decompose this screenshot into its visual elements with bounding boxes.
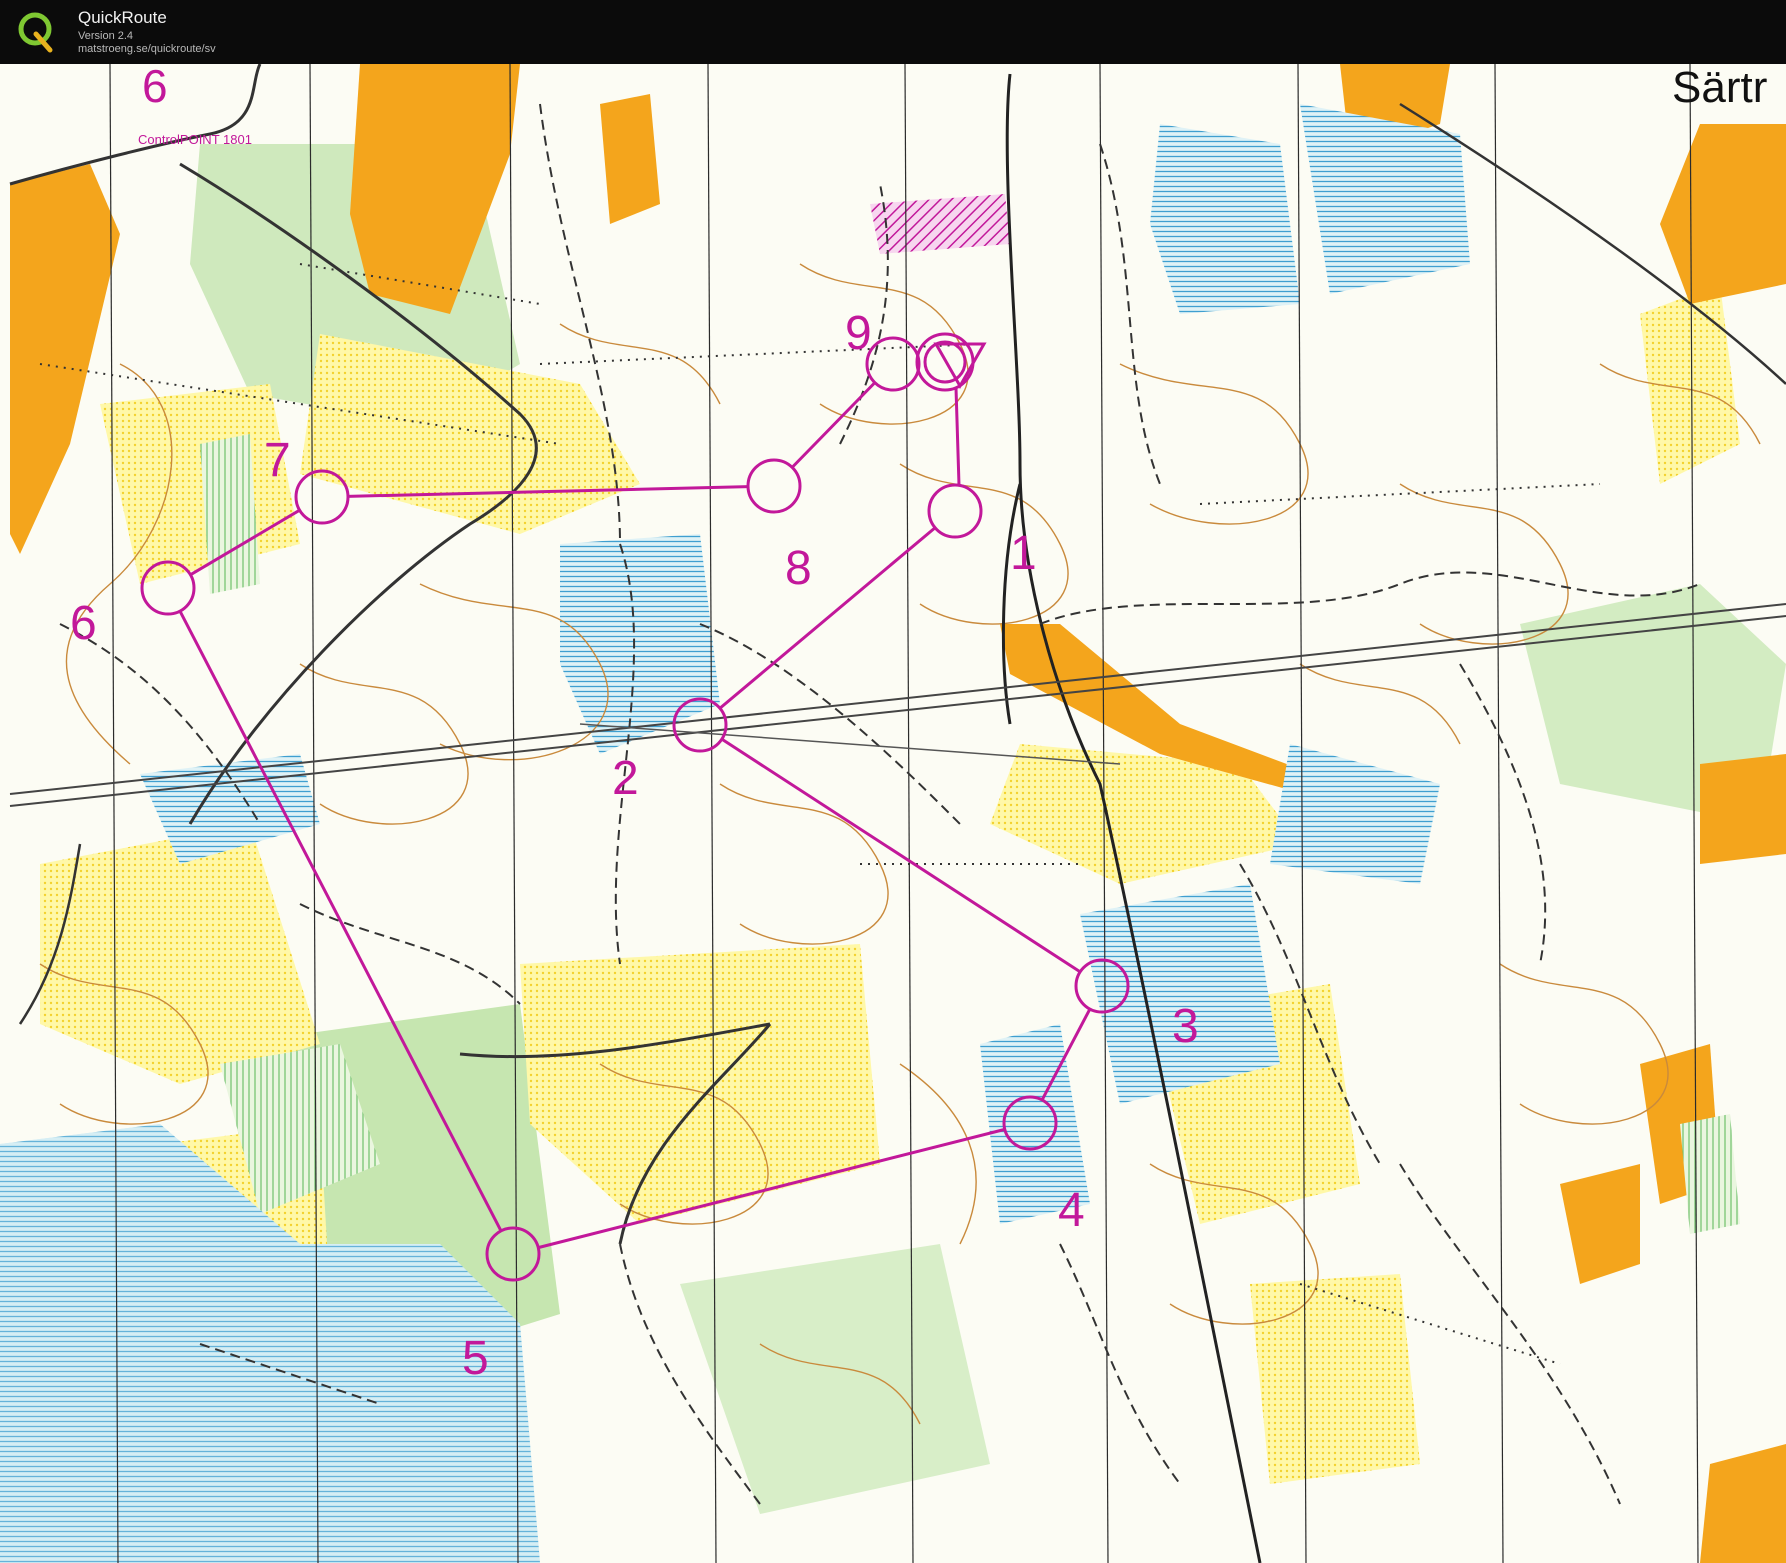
control-number-8: 8	[785, 542, 812, 595]
app-url[interactable]: matstroeng.se/quickroute/sv	[78, 43, 216, 55]
orienteering-map[interactable]: 1 2 3 4 5 6 7 8 9 Särtr ControlPOINT 1801 6	[0, 64, 1786, 1563]
terrain-layer	[0, 64, 1786, 1563]
control-number-6: 6	[70, 597, 97, 650]
control-number-5: 5	[462, 1332, 489, 1385]
control-number-2: 2	[612, 752, 639, 805]
control-number-4: 4	[1058, 1184, 1085, 1237]
control-number-1: 1	[1010, 527, 1037, 580]
control-number-9: 9	[845, 307, 872, 360]
map-canvas: 1 2 3 4 5 6 7 8 9 Särtr ControlPOINT 1801 6	[0, 64, 1786, 1563]
app-name: QuickRoute	[78, 8, 167, 27]
control-number-7: 7	[264, 434, 291, 487]
quickroute-logo-icon: Q	[18, 12, 53, 53]
page-number-label: 6	[142, 64, 168, 112]
map-note-label: ControlPOINT 1801	[138, 132, 252, 147]
control-number-3: 3	[1172, 1000, 1199, 1053]
place-name-label: Särtr	[1672, 64, 1767, 112]
title-bar: Q QuickRoute Version 2.4 matstroeng.se/q…	[0, 0, 1786, 64]
app-version: Version 2.4	[78, 30, 134, 42]
